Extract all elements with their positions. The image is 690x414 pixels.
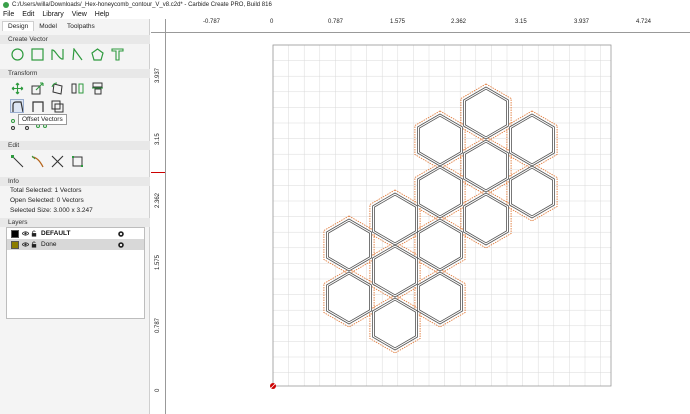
layer-name: DEFAULT <box>41 230 71 237</box>
offset-mask <box>372 192 418 246</box>
trim-icon[interactable] <box>30 154 44 168</box>
ruler-left-label: 0 <box>155 388 161 392</box>
menu-library[interactable]: Library <box>42 11 63 18</box>
origin-marker <box>269 382 277 390</box>
offset-mask <box>326 271 372 325</box>
text-icon[interactable] <box>110 47 124 61</box>
ruler-corner <box>151 19 166 33</box>
offset-mask <box>417 271 463 325</box>
section-edit: Edit <box>0 141 150 150</box>
polyline-icon[interactable] <box>70 47 84 61</box>
lock-icon[interactable] <box>31 241 37 248</box>
info-selected-size: Selected Size: 3.000 x 3.247 <box>10 207 93 214</box>
join-icon[interactable] <box>70 154 84 168</box>
offset-mask <box>417 113 463 167</box>
ruler-top-label: -0.787 <box>203 19 221 25</box>
offset-mask <box>372 297 418 351</box>
ruler-left-label: 3.15 <box>155 133 161 145</box>
layer-color-swatch[interactable] <box>11 240 19 249</box>
gear-icon[interactable] <box>117 230 125 238</box>
left-panel: Design Model Toolpaths Create Vector Tra… <box>0 19 150 414</box>
circle-icon[interactable] <box>10 47 24 61</box>
fillet-icon[interactable] <box>30 99 44 113</box>
panel-tabs: Design Model Toolpaths <box>0 19 149 31</box>
info-total-selected: Total Selected: 1 Vectors <box>10 187 82 194</box>
polygon-icon[interactable] <box>90 47 104 61</box>
align-icon[interactable] <box>90 81 104 95</box>
ruler-top-label: 2.362 <box>451 19 467 25</box>
layer-row-default[interactable]: DEFAULT <box>7 228 144 239</box>
curve-icon[interactable] <box>50 47 64 61</box>
rotate-icon[interactable] <box>50 81 64 95</box>
tab-model[interactable]: Model <box>34 22 62 31</box>
offset-mask <box>509 113 555 167</box>
tooltip-offset-vectors: Offset Vectors <box>18 114 67 125</box>
section-transform: Transform <box>0 69 150 78</box>
move-icon[interactable] <box>10 81 24 95</box>
section-info: Info <box>0 177 150 186</box>
offset-mask <box>372 244 418 298</box>
section-layers: Layers <box>0 218 150 227</box>
info-open-selected: Open Selected: 0 Vectors <box>10 197 84 204</box>
title-bar: C:/Users/willa/Downloads/_Hex-honeycomb_… <box>0 0 690 9</box>
node-edit-icon[interactable] <box>10 154 24 168</box>
layer-color-swatch[interactable] <box>11 229 19 238</box>
rectangle-icon[interactable] <box>30 47 44 61</box>
design-workspace[interactable] <box>167 34 687 412</box>
cut-icon[interactable] <box>50 154 64 168</box>
layers-list: DEFAULT Done <box>6 227 145 319</box>
menu-file[interactable]: File <box>3 11 14 18</box>
edit-toolbar <box>10 154 84 168</box>
lock-icon[interactable] <box>31 230 37 237</box>
ruler-left-label: 2.362 <box>155 192 161 208</box>
mirror-icon[interactable] <box>70 81 84 95</box>
ruler-top: -0.787 0 0.787 1.575 2.362 3.15 3.937 4.… <box>166 19 690 33</box>
create-vector-toolbar <box>10 47 124 61</box>
ruler-left-label: 3.937 <box>155 67 161 83</box>
offset-contours <box>323 83 558 354</box>
menu-help[interactable]: Help <box>95 11 109 18</box>
window-title: C:/Users/willa/Downloads/_Hex-honeycomb_… <box>12 1 272 8</box>
ruler-cursor-marker <box>151 172 165 173</box>
scale-icon[interactable] <box>30 81 44 95</box>
eye-icon[interactable] <box>22 230 29 237</box>
ruler-left: 3.937 3.15 2.362 1.575 0.787 0 <box>151 33 166 414</box>
ruler-top-label: 1.575 <box>390 19 406 25</box>
tab-design[interactable]: Design <box>2 21 35 31</box>
offset-mask <box>463 139 509 193</box>
layer-name: Done <box>41 241 57 248</box>
menu-view[interactable]: View <box>72 11 87 18</box>
offset-mask <box>417 165 463 219</box>
section-create-vector: Create Vector <box>0 35 150 44</box>
offset-mask <box>463 192 509 246</box>
offset-mask <box>509 165 555 219</box>
boolean-icon[interactable] <box>50 99 64 113</box>
ruler-top-label: 3.15 <box>515 19 527 25</box>
ruler-top-label: 0.787 <box>328 19 344 25</box>
layer-row-done[interactable]: Done <box>7 239 144 250</box>
offset-mask <box>463 86 509 140</box>
app-icon <box>3 1 9 8</box>
tab-toolpaths[interactable]: Toolpaths <box>62 22 100 31</box>
ruler-left-label: 0.787 <box>155 317 161 333</box>
eye-icon[interactable] <box>22 241 29 248</box>
ruler-top-label: 0 <box>270 19 274 25</box>
menu-edit[interactable]: Edit <box>22 11 34 18</box>
offset-vector-icon[interactable] <box>10 99 24 113</box>
transform-toolbar <box>10 81 104 95</box>
gear-icon[interactable] <box>117 241 125 249</box>
ruler-top-label: 4.724 <box>636 19 652 25</box>
ruler-left-label: 1.575 <box>155 254 161 270</box>
ruler-top-label: 3.937 <box>574 19 590 25</box>
transform-toolbar-row2 <box>10 99 64 113</box>
menu-bar: File Edit Library View Help <box>0 9 690 19</box>
